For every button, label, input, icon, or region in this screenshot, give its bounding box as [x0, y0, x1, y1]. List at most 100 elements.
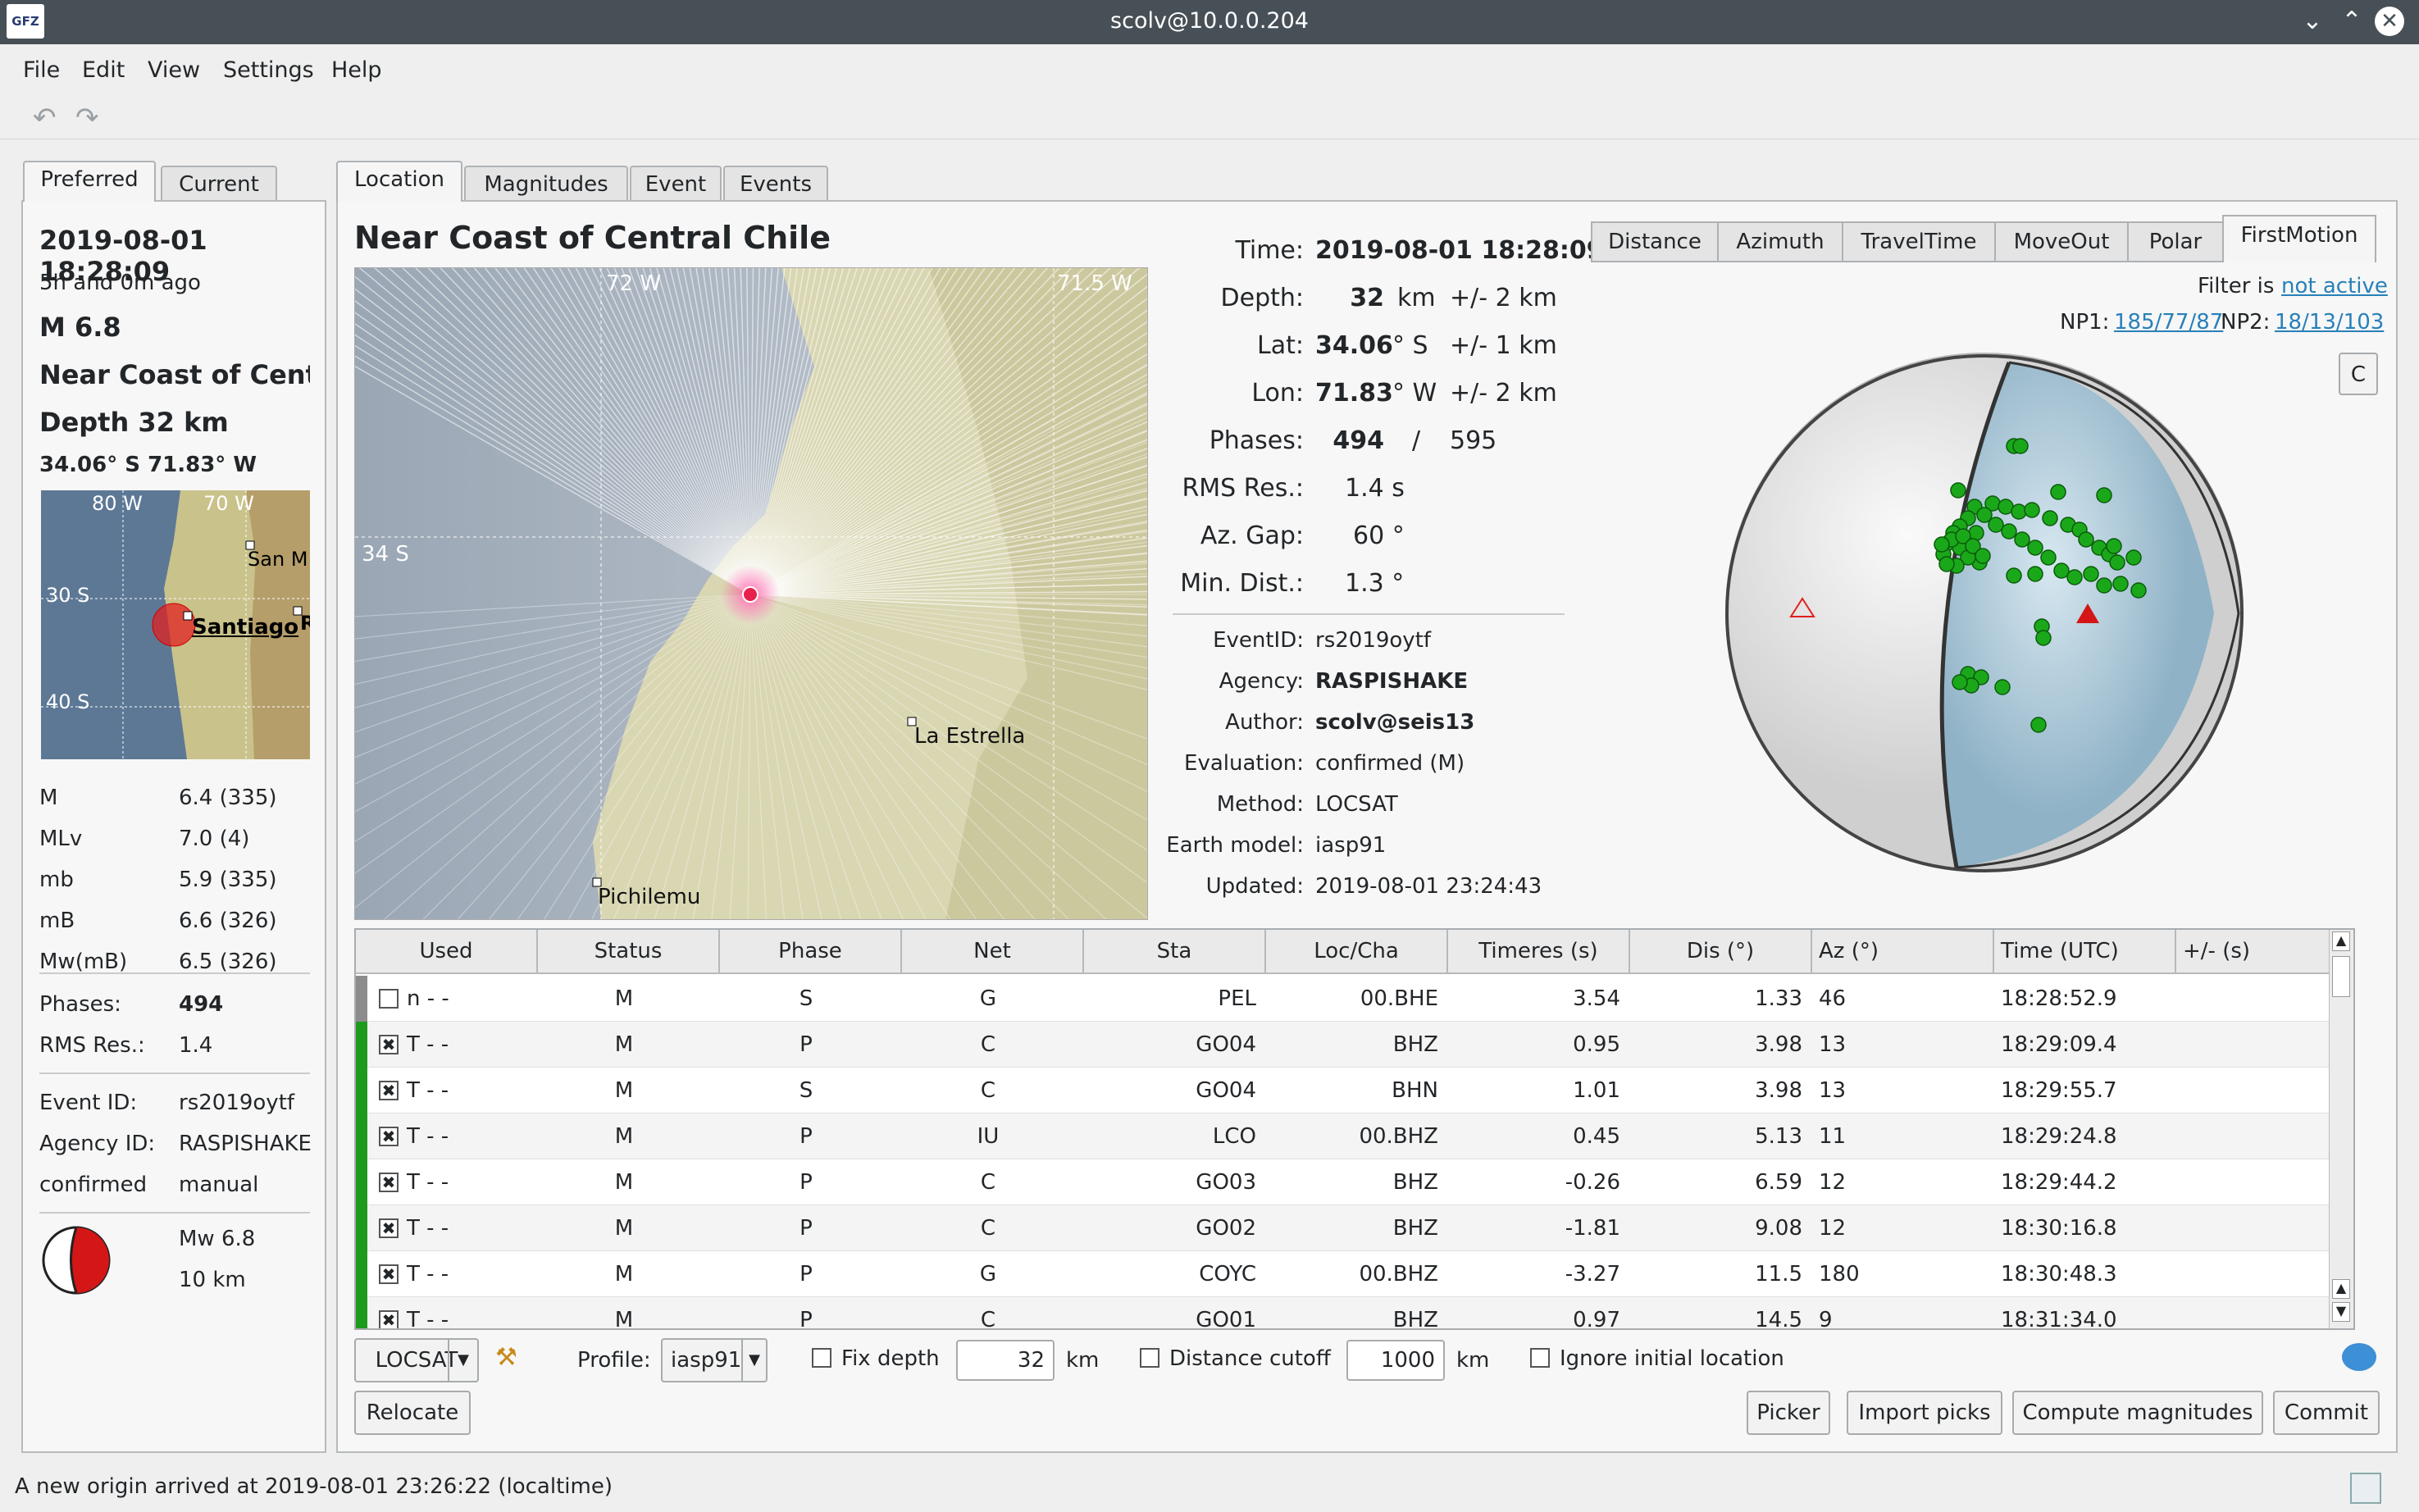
import-picks-button[interactable]: Import picks — [1847, 1391, 2002, 1435]
table-row[interactable]: ✖ T - - M S C GO04 BHN 1.01 3.98 13 18:29:55.7 — [356, 1068, 2353, 1114]
cell-dis: 1.33 — [1755, 986, 1802, 1011]
row-status-color — [356, 1251, 367, 1297]
column-header[interactable]: Sta — [1084, 930, 1266, 974]
row-status-color — [356, 1114, 367, 1159]
distance-cutoff-checkbox[interactable] — [1140, 1348, 1159, 1368]
info-value: RASPISHAKE — [1315, 669, 1469, 694]
table-row[interactable]: ✖ T - - M P C GO04 BHZ 0.95 3.98 13 18:29:09.4 — [356, 1022, 2353, 1068]
np2-link[interactable]: 18/13/103 — [2275, 310, 2384, 335]
menu-edit[interactable]: Edit — [82, 57, 125, 83]
close-icon[interactable]: ✕ — [2375, 7, 2404, 36]
distance-cutoff-input[interactable]: 1000 — [1346, 1340, 1445, 1381]
menu-help[interactable]: Help — [331, 57, 382, 83]
tab-traveltime[interactable]: TravelTime — [1842, 221, 1996, 262]
column-header[interactable]: Phase — [720, 930, 902, 974]
column-header[interactable]: Status — [538, 930, 720, 974]
map-label: 72 W — [606, 271, 662, 296]
use-arrival-checkbox[interactable]: ✖ — [379, 1081, 399, 1100]
use-arrival-checkbox[interactable]: ✖ — [379, 1264, 399, 1284]
relocate-button[interactable]: Relocate — [354, 1391, 471, 1435]
title-bar: GFZ scolv@10.0.0.204 ⌄ ⌃ ✕ — [0, 0, 2419, 44]
mag-value: 6.4 (335) — [179, 786, 277, 810]
menu-settings[interactable]: Settings — [223, 57, 314, 83]
profile-select[interactable]: iasp91 ▼ — [661, 1338, 768, 1382]
table-row[interactable]: ✖ T - - M P C GO01 BHZ 0.97 14.5 9 18:31:34.0 — [356, 1297, 2353, 1330]
use-arrival-checkbox[interactable]: ✖ — [379, 1127, 399, 1146]
cell-net: C — [980, 1078, 996, 1103]
phases-label: Phases: — [1209, 426, 1304, 455]
overview-map[interactable]: 80 W 70 W 30 S 40 S San M Santiago R — [41, 490, 310, 759]
tab-event[interactable]: Event — [630, 166, 722, 202]
table-row[interactable]: ✖ T - - M P IU LCO 00.BHZ 0.45 5.13 11 18:29:24.8 — [356, 1114, 2353, 1159]
info-key: EventID: — [1213, 628, 1304, 653]
ignore-initial-location-checkbox[interactable] — [1530, 1348, 1550, 1368]
column-header[interactable]: Timeres (s) — [1448, 930, 1630, 974]
lon-label: Lon: — [1251, 379, 1304, 408]
tab-polar[interactable]: Polar — [2127, 221, 2224, 262]
maximize-icon[interactable]: ⌃ — [2335, 5, 2368, 38]
rms-value: 1.4 s — [1345, 474, 1405, 503]
table-row[interactable]: ✖ T - - M P G COYC 00.BHZ -3.27 11.5 180 18:30:48.… — [356, 1251, 2353, 1297]
picker-button[interactable]: Picker — [1747, 1391, 1830, 1435]
tab-preferred[interactable]: Preferred — [23, 161, 156, 202]
use-arrival-checkbox[interactable]: ✖ — [379, 1173, 399, 1192]
column-header[interactable]: Used — [356, 930, 538, 974]
fix-depth-checkbox[interactable] — [812, 1348, 831, 1368]
use-arrival-checkbox[interactable]: ✖ — [379, 1218, 399, 1238]
table-row[interactable]: ✖ T - - M P C GO02 BHZ -1.81 9.08 12 18:30:16.8 — [356, 1205, 2353, 1251]
use-arrival-checkbox[interactable]: ✖ — [379, 1310, 399, 1328]
column-header[interactable]: Dis (°) — [1630, 930, 1812, 974]
chat-icon[interactable] — [2342, 1343, 2376, 1371]
menu-view[interactable]: View — [148, 57, 200, 83]
cell-status: M — [614, 1308, 634, 1330]
table-row[interactable]: ✖ T - - M P C GO03 BHZ -0.26 6.59 12 18:29:44.2 — [356, 1159, 2353, 1205]
mini-map-label: 70 W — [203, 492, 254, 515]
cell-res: 1.01 — [1573, 1078, 1620, 1103]
table-row[interactable]: n - - M S G PEL 00.BHE 3.54 1.33 46 18:28:52.9 — [356, 976, 2353, 1022]
column-header[interactable]: Time (UTC) — [1994, 930, 2176, 974]
lat-error: +/- 1 km — [1450, 331, 1557, 360]
summary-depth: Depth 32 km — [39, 407, 229, 438]
use-arrival-checkbox[interactable]: ✖ — [379, 1035, 399, 1054]
tab-magnitudes[interactable]: Magnitudes — [464, 166, 628, 202]
divider — [1173, 613, 1565, 615]
location-map[interactable]: 72 W 71.5 W 34 S La Estrella Pichilemu — [354, 267, 1148, 920]
tab-distance[interactable]: Distance — [1591, 221, 1719, 262]
cell-phase: P — [800, 1032, 813, 1057]
filter-link[interactable]: not active — [2281, 274, 2388, 298]
plot-options-button[interactable]: C — [2339, 353, 2378, 395]
tab-azimuth[interactable]: Azimuth — [1717, 221, 1843, 262]
tab-firstmotion[interactable]: FirstMotion — [2222, 215, 2376, 262]
menu-file[interactable]: File — [23, 57, 60, 83]
tab-current[interactable]: Current — [161, 166, 277, 202]
mini-map-label: 40 S — [46, 690, 90, 713]
table-scrollbar[interactable]: ▲ ▲ ▼ — [2329, 930, 2353, 1328]
np1-link[interactable]: 185/77/87 — [2114, 310, 2223, 335]
cell-dis: 3.98 — [1755, 1078, 1802, 1103]
method-select[interactable]: LOCSAT ▼ — [354, 1338, 479, 1382]
column-header[interactable]: Az (°) — [1812, 930, 1994, 974]
use-arrival-checkbox[interactable] — [379, 989, 399, 1009]
window-title: scolv@10.0.0.204 — [1110, 8, 1309, 34]
undo-icon[interactable]: ↶ — [33, 102, 57, 134]
evaluation-value: manual — [179, 1173, 259, 1197]
tab-moveout[interactable]: MoveOut — [1994, 221, 2129, 262]
compute-magnitudes-button[interactable]: Compute magnitudes — [2012, 1391, 2263, 1435]
fix-depth-input[interactable]: 32 — [956, 1340, 1055, 1381]
tab-location[interactable]: Location — [336, 161, 462, 202]
minimize-icon[interactable]: ⌄ — [2296, 5, 2329, 38]
beachball-icon — [41, 1225, 112, 1299]
arrival-table[interactable]: Used Status Phase Net Sta Loc/Cha Timeres (s) D… — [354, 928, 2355, 1330]
column-header[interactable]: Net — [902, 930, 1084, 974]
commit-button[interactable]: Commit — [2273, 1391, 2380, 1435]
wrench-icon[interactable]: ⚒ — [495, 1343, 517, 1372]
column-header[interactable]: +/- (s) — [2176, 930, 2332, 974]
region-title: Near Coast of Central Chile — [354, 220, 831, 256]
column-header[interactable]: Loc/Cha — [1266, 930, 1448, 974]
tab-events[interactable]: Events — [723, 166, 828, 202]
redo-icon[interactable]: ↷ — [75, 102, 99, 134]
focal-sphere[interactable] — [1714, 343, 2255, 884]
info-key: Earth model: — [1166, 833, 1304, 858]
cell-used: T - - — [407, 1078, 449, 1103]
cell-used: T - - — [407, 1170, 449, 1195]
